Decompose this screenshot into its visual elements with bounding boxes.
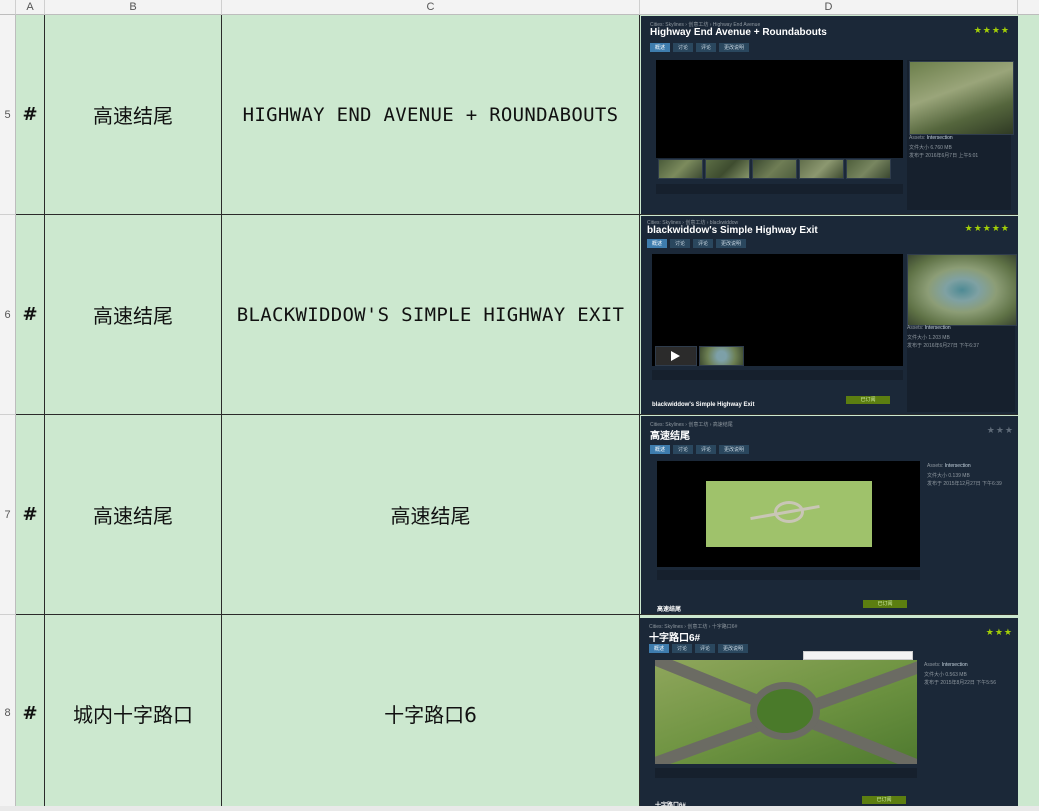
row-header-7[interactable]: 7 (0, 415, 16, 615)
tab-comments: 评论 (696, 43, 717, 52)
asset-tag: Assets: Intersection (909, 135, 953, 141)
cell-c7[interactable]: 高速结尾 (222, 415, 640, 615)
cell-b8[interactable]: 城内十字路口 (45, 615, 222, 811)
cell-c8[interactable]: 十字路口6 (222, 615, 640, 811)
asset-tag: Assets: Intersection (907, 325, 951, 331)
column-header-a[interactable]: A (16, 0, 45, 15)
thumbnail-image (658, 159, 703, 179)
preview-image (909, 61, 1014, 135)
subscribed-button: 已订阅 (863, 600, 907, 608)
rating-stars-icon: ★★★ (985, 628, 1013, 638)
floating-toolbar (803, 651, 913, 660)
player-controls-bar (655, 768, 917, 778)
thumbnail-image (799, 159, 844, 179)
workshop-screenshot: Cities: Skylines › 创意工坊 › Highway End Av… (641, 16, 1018, 214)
cell-b7[interactable]: 高速结尾 (45, 415, 222, 615)
row-header-6[interactable]: 6 (0, 215, 16, 415)
video-player (657, 461, 920, 567)
workshop-title: Highway End Avenue + Roundabouts (650, 27, 827, 38)
tab-overview: 概述 (650, 445, 671, 454)
column-header-c[interactable]: C (222, 0, 640, 15)
tab-change-notes: 更改说明 (719, 445, 750, 454)
tab-discussions: 讨论 (670, 239, 691, 248)
preview-image (706, 481, 872, 547)
workshop-screenshot: Cities: Skylines › 创意工坊 › 十字路口6# 十字路口6# … (640, 618, 1021, 811)
cell-d7[interactable]: Cities: Skylines › 创意工坊 › 高速结尾 高速结尾 ★★★ … (640, 415, 1039, 615)
asset-tag: Assets: Intersection (924, 662, 968, 668)
tab-discussions: 讨论 (673, 43, 694, 52)
tab-comments: 评论 (695, 644, 716, 653)
cell-c6[interactable]: BLACKWIDDOW'S SIMPLE HIGHWAY EXIT (222, 215, 640, 415)
workshop-screenshot: Cities: Skylines › 创意工坊 › 高速结尾 高速结尾 ★★★ … (641, 416, 1022, 614)
workshop-title: 高速结尾 (650, 431, 690, 442)
subscribe-title: 高速结尾 (657, 607, 682, 613)
video-thumbnail (655, 346, 697, 366)
thumbnail-image (699, 346, 744, 366)
tab-discussions: 讨论 (672, 644, 693, 653)
cell-a5[interactable]: # (16, 15, 45, 215)
thumbnail-strip (658, 159, 891, 179)
tab-overview: 概述 (649, 644, 670, 653)
player-controls-bar (652, 370, 903, 380)
tab-overview: 概述 (647, 239, 668, 248)
rating-stars-icon: ★★★★ (973, 26, 1010, 36)
corner-select-all[interactable] (0, 0, 16, 15)
rating-stars-icon: ★★★ (986, 426, 1014, 436)
row-header-5[interactable]: 5 (0, 15, 16, 215)
thumbnail-strip (655, 346, 744, 366)
thumbnail-image (705, 159, 750, 179)
vertical-scrollbar[interactable] (1018, 15, 1039, 811)
subscribed-button: 已订阅 (862, 796, 906, 804)
cell-d5[interactable]: Cities: Skylines › 创意工坊 › Highway End Av… (640, 15, 1039, 215)
column-header-d[interactable]: D (640, 0, 1018, 15)
tab-comments: 评论 (696, 445, 717, 454)
asset-tag: Assets: Intersection (927, 463, 971, 469)
cell-c5[interactable]: HIGHWAY END AVENUE + ROUNDABOUTS (222, 15, 640, 215)
thumbnail-image (752, 159, 797, 179)
tab-overview: 概述 (650, 43, 671, 52)
player-controls-bar (657, 570, 920, 580)
cell-d6[interactable]: Cities: Skylines › 创意工坊 › blackwiddow bl… (640, 215, 1039, 415)
workshop-title: blackwiddow's Simple Highway Exit (647, 225, 818, 236)
thumbnail-image (846, 159, 891, 179)
rating-stars-icon: ★★★★★ (964, 224, 1010, 234)
cell-a6[interactable]: # (16, 215, 45, 415)
workshop-title: 十字路口6# (649, 633, 701, 644)
tab-change-notes: 更改说明 (716, 239, 747, 248)
column-header-b[interactable]: B (45, 0, 222, 15)
tab-comments: 评论 (693, 239, 714, 248)
cell-b6[interactable]: 高速结尾 (45, 215, 222, 415)
subscribed-button: 已订阅 (846, 396, 890, 404)
row-header-8[interactable]: 8 (0, 615, 16, 811)
tab-change-notes: 更改说明 (719, 43, 750, 52)
tab-discussions: 讨论 (673, 445, 694, 454)
tab-change-notes: 更改说明 (718, 644, 749, 653)
cell-a7[interactable]: # (16, 415, 45, 615)
cell-a8[interactable]: # (16, 615, 45, 811)
player-controls-bar (656, 184, 903, 194)
preview-image (907, 254, 1017, 326)
subscribe-title: blackwiddow's Simple Highway Exit (652, 402, 755, 408)
column-header-e[interactable] (1018, 0, 1039, 15)
workshop-screenshot: Cities: Skylines › 创意工坊 › blackwiddow bl… (641, 216, 1018, 414)
video-player (655, 660, 917, 764)
sheet-tab-strip (0, 806, 1039, 811)
cell-d8[interactable]: Cities: Skylines › 创意工坊 › 十字路口6# 十字路口6# … (640, 615, 1039, 811)
video-player (656, 60, 903, 158)
play-icon (671, 351, 680, 361)
cell-b5[interactable]: 高速结尾 (45, 15, 222, 215)
